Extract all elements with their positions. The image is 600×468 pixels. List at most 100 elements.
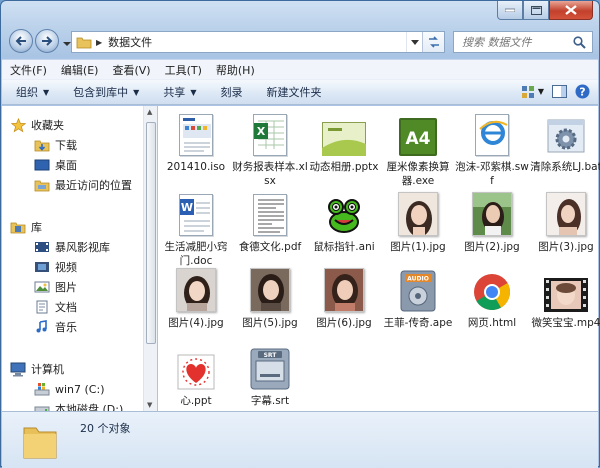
file-item[interactable]: 心.ppt [158,346,234,408]
forward-button[interactable] [35,29,59,53]
nav-label: 本地磁盘 (D:) [55,403,124,411]
menu-help[interactable]: 帮助(H) [216,62,255,78]
scroll-up-icon[interactable]: ▲ [147,108,152,116]
file-item[interactable]: 鼠标指针.ani [306,192,382,254]
iso-file-icon [174,112,218,156]
toolbar-right: ▼ ? [513,84,590,99]
nav-item-libraries[interactable]: 库 [10,218,42,236]
file-item[interactable]: 图片(1).jpg [380,192,456,254]
nav-item-drive-d[interactable]: 本地磁盘 (D:) [34,400,123,411]
video-library-icon [34,239,50,255]
menu-file[interactable]: 文件(F) [10,62,47,78]
file-item[interactable]: A4 厘米像素换算器.exe [380,112,456,188]
help-button[interactable]: ? [575,84,590,99]
nav-item-storm-video[interactable]: 暴风影视库 [34,238,110,256]
nav-item-music[interactable]: 音乐 [34,318,77,336]
breadcrumb-separator-icon[interactable]: ▶ [96,38,102,47]
file-item[interactable]: 图片(5).jpg [232,268,308,330]
file-item[interactable]: W 生活减肥小窍门.doc [158,192,234,268]
file-item[interactable]: 图片(4).jpg [158,268,234,330]
maximize-button[interactable] [523,1,549,20]
videos-icon [34,259,50,275]
svg-text:SRT: SRT [264,352,278,359]
share-label: 共享 [163,86,186,99]
pdf-file-icon [248,192,292,236]
new-folder-button[interactable]: 新建文件夹 [266,84,321,100]
nav-label: 库 [31,221,42,234]
local-disk-icon [34,401,50,411]
file-item[interactable]: 微笑宝宝.mp4 [528,268,600,330]
file-item[interactable]: 201410.iso [158,112,234,174]
preview-pane-button[interactable] [552,85,567,98]
nav-item-pictures[interactable]: 图片 [34,278,77,296]
help-icon: ? [575,84,590,99]
file-name: 财务报表样本.xlsx [232,161,308,187]
nav-item-computer[interactable]: 计算机 [10,360,64,378]
menu-edit[interactable]: 编辑(E) [61,62,99,78]
file-item[interactable]: 食德文化.pdf [232,192,308,254]
address-history-dropdown[interactable] [406,32,422,52]
a4-exe-icon: A4 [396,112,440,156]
refresh-button[interactable] [422,32,444,52]
file-name: 心.ppt [180,395,212,407]
chevron-down-icon: ▼ [190,87,197,97]
nav-item-drive-c[interactable]: win7 (C:) [34,380,105,398]
include-in-library-button[interactable]: 包含到库中 ▼ [73,84,139,100]
desktop-icon [34,157,50,173]
address-path[interactable]: 数据文件 [108,34,152,50]
folder-icon [76,37,92,49]
nav-item-recent[interactable]: 最近访问的位置 [34,176,132,194]
search-box[interactable] [453,31,593,53]
organize-button[interactable]: 组织 ▼ [16,84,49,100]
svg-text:W: W [181,201,193,214]
recent-places-icon [34,177,50,193]
file-name: 清除系统LJ.bat [530,161,600,173]
file-item[interactable]: 网页.html [454,268,530,330]
file-name: 图片(6).jpg [316,317,372,329]
scroll-down-icon[interactable]: ▼ [147,401,152,409]
pictures-icon [34,279,50,295]
search-icon[interactable] [573,36,586,49]
object-count: 20 个对象 [80,422,131,435]
nav-item-desktop[interactable]: 桌面 [34,156,77,174]
nav-item-videos[interactable]: 视频 [34,258,77,276]
address-bar[interactable]: ▶ 数据文件 [71,31,445,53]
burn-button[interactable]: 刻录 [220,84,242,100]
nav-label: 下载 [55,139,77,152]
share-button[interactable]: 共享 ▼ [163,84,196,100]
svg-text:?: ? [579,86,585,99]
menu-bar: 文件(F) 编辑(E) 查看(V) 工具(T) 帮助(H) [2,59,598,79]
chevron-down-icon: ▼ [43,87,50,97]
file-item[interactable]: 图片(3).jpg [528,192,600,254]
caption-buttons [497,1,593,20]
minimize-icon [505,8,515,12]
include-in-library-label: 包含到库中 [73,86,129,99]
file-name: 图片(4).jpg [168,317,224,329]
srt-file-icon: SRT [248,346,292,390]
preview-pane-icon [552,85,567,98]
navigation-scrollbar[interactable]: ▲ ▼ [143,106,157,411]
minimize-button[interactable] [497,1,523,20]
file-item[interactable]: 图片(6).jpg [306,268,382,330]
nav-item-favorites[interactable]: 收藏夹 [10,116,64,134]
back-button[interactable] [9,29,33,53]
file-item[interactable]: AUDIO 王菲-传奇.ape [380,268,456,330]
video-file-icon [544,268,588,312]
chrome-icon [470,268,514,312]
file-item[interactable]: 图片(2).jpg [454,192,530,254]
menu-view[interactable]: 查看(V) [112,62,150,78]
scrollbar-thumb[interactable] [146,122,156,344]
change-view-button[interactable]: ▼ [521,85,544,99]
file-item[interactable]: 泡沫-邓紫棋.swf [454,112,530,188]
close-button[interactable] [549,1,593,20]
file-item[interactable]: X 财务报表样本.xlsx [232,112,308,188]
file-item[interactable]: 动态相册.pptx [306,112,382,174]
file-item[interactable]: 清除系统LJ.bat [528,112,600,174]
search-input[interactable] [462,35,570,49]
svg-text:A4: A4 [406,129,431,149]
file-item[interactable]: SRT 字幕.srt [232,346,308,408]
recent-pages-dropdown[interactable] [63,37,71,46]
nav-item-documents[interactable]: 文档 [34,298,77,316]
menu-tools[interactable]: 工具(T) [165,62,202,78]
nav-item-downloads[interactable]: 下载 [34,136,77,154]
